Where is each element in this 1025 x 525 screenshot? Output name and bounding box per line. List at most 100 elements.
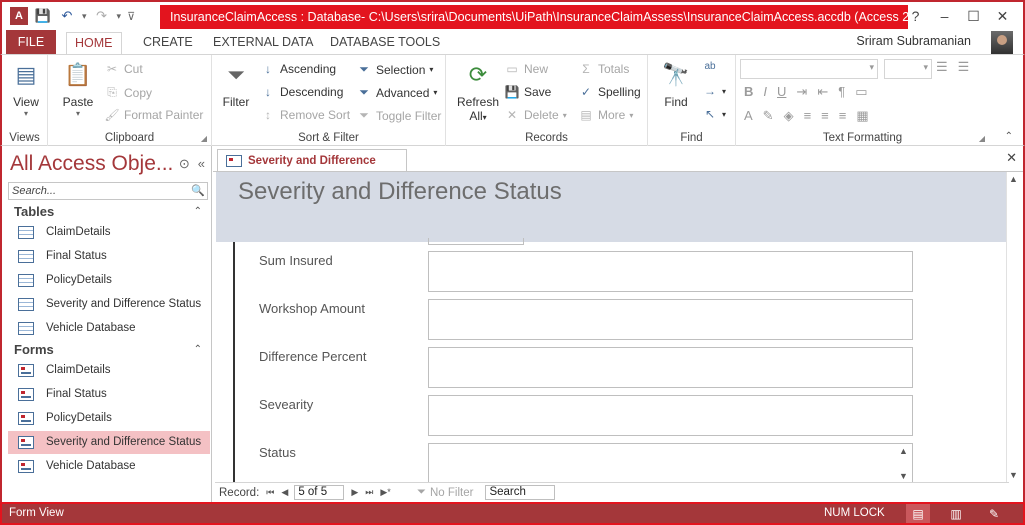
document-tab[interactable]: Severity and Difference Status [217, 149, 407, 189]
save-record-button[interactable]: 💾 Save [504, 85, 552, 99]
replace-button[interactable]: ab [702, 61, 718, 72]
spelling-button[interactable]: ✓ Spelling [578, 85, 641, 99]
numbered-list-icon[interactable]: ☰ [958, 59, 970, 75]
gridlines-icon[interactable]: ▦ [856, 108, 868, 124]
user-name[interactable]: Sriram Subramanian [856, 34, 971, 48]
search-icon[interactable]: 🔍 [191, 183, 205, 199]
nav-form-item[interactable]: ClaimDetails [8, 359, 210, 382]
more-button[interactable]: ▤ More ▾ [578, 108, 633, 122]
nav-table-item[interactable]: Vehicle Database [8, 317, 210, 340]
tab-create[interactable]: CREATE [135, 32, 201, 54]
nav-pane-title[interactable]: All Access Obje... [10, 152, 173, 176]
fill-color-icon[interactable]: ◈ [784, 108, 794, 124]
collapse-chevron-icon[interactable]: ⌃ [194, 340, 202, 360]
refresh-all-button[interactable]: ⟳ Refresh All▾ [454, 59, 502, 123]
collapse-ribbon-icon[interactable]: ⌃ [1005, 131, 1013, 142]
status-field[interactable]: ▲ ▼ [428, 443, 913, 484]
status-scrollbar[interactable]: ▲ ▼ [898, 446, 910, 481]
indent-icon[interactable]: ⇥ [796, 84, 807, 100]
nav-form-item[interactable]: PolicyDetails [8, 407, 210, 430]
go-to-button[interactable]: → ▾ [702, 84, 726, 98]
highlight-icon[interactable]: ▭ [855, 84, 867, 100]
view-button[interactable]: ▤ View ▾ [10, 59, 42, 118]
nav-table-item[interactable]: Final Status [8, 245, 210, 268]
forms-section-header[interactable]: Forms ⌃ [8, 340, 208, 360]
partial-field[interactable] [428, 238, 524, 245]
nav-form-item[interactable]: Final Status [8, 383, 210, 406]
record-selector[interactable] [217, 242, 235, 482]
nav-table-item[interactable]: Severity and Difference Status [8, 293, 210, 316]
save-icon[interactable]: 💾 [34, 7, 52, 25]
select-button[interactable]: ↖ ▾ [702, 107, 726, 121]
first-record-icon[interactable]: ⏮ [266, 487, 274, 498]
selection-button[interactable]: ⏷ Selection ▾ [356, 62, 433, 77]
filter-button[interactable]: ⏷ Filter [218, 59, 254, 109]
font-color-icon[interactable]: A [744, 108, 753, 124]
design-view-icon[interactable]: ✎ [982, 504, 1006, 523]
customize-toolbar-icon[interactable]: ⊽ [127, 10, 135, 23]
tab-file[interactable]: FILE [6, 30, 56, 54]
nav-table-item[interactable]: ClaimDetails [8, 221, 210, 244]
outdent-icon[interactable]: ⇤ [817, 84, 828, 100]
align-right-icon[interactable]: ≡ [839, 108, 847, 124]
nav-search-input[interactable]: Search... 🔍 [8, 182, 208, 200]
layout-view-icon[interactable]: ▥ [944, 504, 968, 523]
cut-button[interactable]: ✂ Cut [104, 62, 143, 76]
close-document-icon[interactable]: ✕ [1006, 150, 1017, 166]
tab-database-tools[interactable]: DATABASE TOOLS [322, 32, 448, 54]
scroll-up-icon[interactable]: ▲ [1009, 174, 1018, 184]
align-left-icon[interactable]: ≡ [804, 108, 812, 124]
undo-icon[interactable]: ↶ [58, 7, 76, 25]
new-record-icon[interactable]: ▶* [380, 487, 390, 498]
nav-form-item-selected[interactable]: Severity and Difference Status [8, 431, 210, 454]
font-name-combo[interactable] [740, 59, 878, 79]
tab-home[interactable]: HOME [66, 32, 122, 54]
bullet-list-icon[interactable]: ☰ [936, 59, 948, 75]
workshop-amount-field[interactable] [428, 299, 913, 340]
text-highlight-icon[interactable]: ✎ [763, 108, 774, 124]
font-size-combo[interactable] [884, 59, 932, 79]
scroll-down-icon[interactable]: ▼ [1009, 470, 1018, 480]
remove-sort-button[interactable]: ↕ Remove Sort [260, 108, 350, 122]
copy-button[interactable]: ⎘ Copy [104, 85, 152, 100]
previous-record-icon[interactable]: ◀ [281, 487, 288, 498]
tab-external-data[interactable]: EXTERNAL DATA [205, 32, 321, 54]
record-search-input[interactable]: Search [485, 485, 556, 500]
totals-button[interactable]: Σ Totals [578, 62, 629, 76]
align-center-icon[interactable]: ≡ [821, 108, 829, 124]
scroll-down-icon[interactable]: ▼ [899, 471, 908, 481]
undo-dropdown-icon[interactable]: ▾ [82, 11, 87, 22]
ascending-button[interactable]: ↓ Ascending [260, 62, 336, 76]
new-record-button[interactable]: ▭ New [504, 62, 548, 76]
format-painter-button[interactable]: 🖌 Format Painter [104, 108, 203, 122]
clipboard-launcher-icon[interactable]: ◢ [201, 134, 207, 143]
paragraph-direction-icon[interactable]: ¶ [838, 84, 845, 100]
tables-section-header[interactable]: Tables ⌃ [8, 202, 208, 222]
last-record-icon[interactable]: ⏭ [365, 487, 373, 498]
redo-icon[interactable]: ↷ [93, 7, 111, 25]
text-formatting-launcher-icon[interactable]: ◢ [979, 134, 985, 143]
nav-table-item[interactable]: PolicyDetails [8, 269, 210, 292]
filter-indicator[interactable]: ⏷ No Filter [417, 486, 474, 499]
difference-percent-field[interactable] [428, 347, 913, 388]
nav-form-item[interactable]: Vehicle Database [8, 455, 210, 478]
avatar[interactable] [991, 31, 1013, 55]
current-record-input[interactable]: 5 of 5 [294, 485, 345, 500]
nav-menu-dropdown-icon[interactable]: ⊙ [179, 156, 190, 172]
close-button[interactable]: ✕ [988, 6, 1017, 26]
delete-record-button[interactable]: ✕ Delete ▾ [504, 108, 567, 122]
maximize-button[interactable]: ☐ [959, 6, 988, 26]
help-button[interactable]: ? [901, 6, 930, 26]
collapse-chevron-icon[interactable]: ⌃ [194, 202, 202, 222]
shutter-bar-close-icon[interactable]: « [198, 156, 205, 172]
form-view-icon[interactable]: ▤ [906, 504, 930, 523]
sum-insured-field[interactable] [428, 251, 913, 292]
bold-icon[interactable]: B [744, 84, 753, 100]
find-button[interactable]: 🔭 Find [654, 59, 698, 109]
paste-button[interactable]: 📋 Paste ▾ [58, 59, 98, 118]
redo-dropdown-icon[interactable]: ▾ [117, 11, 122, 22]
toggle-filter-button[interactable]: ⏷ Toggle Filter [356, 108, 441, 123]
underline-icon[interactable]: U [777, 84, 786, 100]
severity-field[interactable] [428, 395, 913, 436]
form-vertical-scrollbar[interactable]: ▲ ▼ [1006, 172, 1021, 482]
